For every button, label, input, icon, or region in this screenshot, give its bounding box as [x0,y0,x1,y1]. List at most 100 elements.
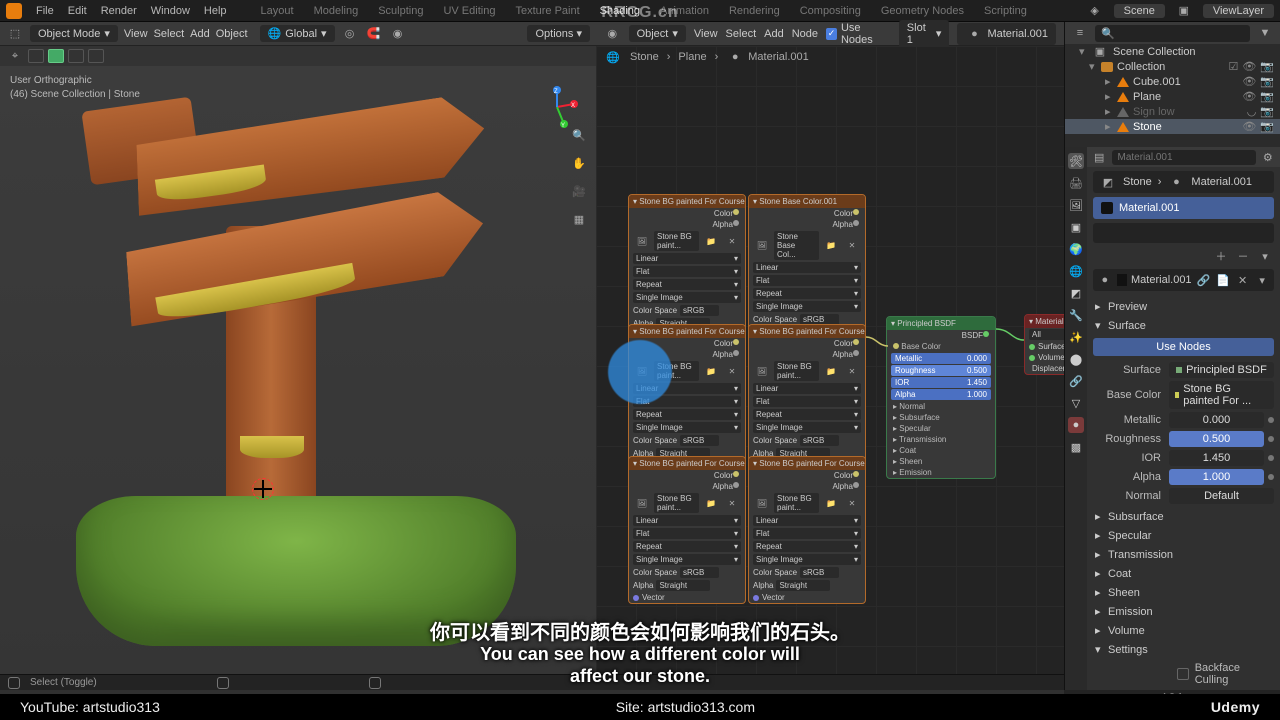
outliner-search[interactable]: 🔍 [1095,25,1250,42]
image-file[interactable]: Stone BG paint... [654,231,699,251]
close-icon[interactable]: ✕ [1235,271,1251,289]
node-menu-node[interactable]: Node [792,28,818,40]
orientation-dropdown[interactable]: 🌐 Global ▾ [260,25,335,42]
outliner[interactable]: ≡ 🔍 ▼ ▾ ▣ Scene Collection ▾ Collection … [1064,22,1280,147]
link-icon[interactable]: 🔗 [1196,271,1212,289]
tab-geonodes[interactable]: Geometry Nodes [881,5,964,17]
section-preview[interactable]: ▸Preview [1093,297,1274,316]
add-icon[interactable]: ＋ [1212,247,1230,265]
eye-icon[interactable]: ◡ [1247,105,1257,118]
render-icon[interactable]: 📷 [1260,90,1274,103]
disclosure-icon[interactable]: ▾ [1089,60,1097,73]
node-menu-select[interactable]: Select [726,28,757,40]
node-image-texture[interactable]: ▾ Stone BG painted For Course foto.jpg C… [628,194,746,342]
src-field[interactable]: Single Image▾ [633,292,741,303]
material-dropdown[interactable]: ● Material.001 [957,23,1056,45]
outliner-scene[interactable]: ▾ ▣ Scene Collection [1065,44,1280,59]
outliner-item[interactable]: ▸ Cube.001 👁📷 [1065,74,1280,89]
tab-modeling[interactable]: Modeling [314,5,359,17]
viewlayer-selector[interactable]: ViewLayer [1203,4,1274,18]
scene-selector[interactable]: Scene [1114,4,1165,18]
zoom-icon[interactable]: 🔍 [570,126,588,144]
node-material-output[interactable]: ▾ Material Output All Surface Volume Dis… [1024,314,1064,375]
render-icon[interactable]: 📷 [1260,120,1274,133]
outliner-item-active[interactable]: ▸ Stone 👁📷 [1065,119,1280,134]
3d-viewport[interactable]: User Orthographic (46) Scene Collection … [0,66,596,674]
open-icon[interactable]: 📁 [822,237,840,255]
checkbox-icon[interactable]: ☑ [1228,60,1238,73]
bc-plane[interactable]: Plane [678,51,706,63]
interp-field[interactable]: Linear▾ [633,253,741,264]
outliner-item[interactable]: ▸ Sign low ◡📷 [1065,104,1280,119]
menu-file[interactable]: File [36,5,54,17]
cursor-tool-icon[interactable]: ⌖ [6,47,24,65]
tab-data-icon[interactable]: ▽ [1068,395,1084,411]
tab-sculpting[interactable]: Sculpting [378,5,423,17]
dropdown-icon[interactable]: ▾ [1254,271,1270,289]
node-principled-bsdf[interactable]: ▾ Principled BSDF BSDF Base Color Metall… [886,316,996,479]
eye-icon[interactable]: 👁 [1242,75,1256,88]
shading-matprev[interactable] [68,49,84,63]
shader-type-dropdown[interactable]: Object ▾ [629,25,686,42]
close-icon[interactable]: ✕ [723,232,741,250]
node-image-texture[interactable]: ▾ Stone BG painted For Course foto 3.jpg… [628,324,746,472]
editor-type-icon[interactable]: ⬚ [6,25,24,43]
use-nodes-toggle[interactable]: ✓ Use Nodes [826,22,891,46]
shader-node-editor[interactable]: 🌐 Stone › Plane › ●Material.001 ▾ Stone … [596,46,1064,674]
outliner-item[interactable]: ▸ Plane 👁📷 [1065,89,1280,104]
shading-rendered[interactable] [88,49,104,63]
shader-editor-icon[interactable]: ◉ [604,25,621,43]
image-icon[interactable]: 🖼 [753,237,771,255]
metallic-slider[interactable]: Metallic0.000 [891,353,991,364]
group-emission[interactable]: ▸Emission [1093,602,1274,621]
tab-viewlayer-icon[interactable]: ▣ [1068,219,1084,235]
pan-icon[interactable]: ✋ [570,154,588,172]
tab-scene-icon[interactable]: 🌍 [1068,241,1084,257]
menu-window[interactable]: Window [151,5,190,17]
group-sheen[interactable]: ▸Sheen [1093,583,1274,602]
new-icon[interactable]: 📄 [1215,271,1231,289]
render-icon[interactable]: 📷 [1260,60,1274,73]
options-icon[interactable]: ⚙ [1262,148,1275,166]
remove-icon[interactable]: － [1234,247,1252,265]
open-icon[interactable]: 📁 [702,232,720,250]
tab-output-icon[interactable]: 🖼 [1068,197,1084,213]
proportional-icon[interactable]: ◉ [389,25,407,43]
tab-render-icon[interactable]: 🖨 [1068,175,1084,191]
node-header[interactable]: ▾ Stone BG painted For Course foto.jpg [629,195,745,208]
ext-field[interactable]: Repeat▾ [633,279,741,290]
tab-material-icon[interactable]: ● [1068,417,1084,433]
tab-uv[interactable]: UV Editing [443,5,495,17]
mode-dropdown[interactable]: Object Mode ▾ [30,25,118,42]
magnet-icon[interactable]: 🧲 [365,25,383,43]
slot-dropdown[interactable]: Slot 1 ▾ [899,20,950,48]
alpha-slider[interactable]: Alpha1.000 [891,389,991,400]
editor-type-icon[interactable]: ▤ [1093,148,1106,166]
backface-culling-toggle[interactable]: Backface Culling [1093,659,1274,689]
node-menu-view[interactable]: View [694,28,718,40]
props-breadcrumb[interactable]: ◩ Stone › ● Material.001 [1093,171,1274,193]
tab-scripting[interactable]: Scripting [984,5,1027,17]
tab-particle-icon[interactable]: ✨ [1068,329,1084,345]
bc-material[interactable]: ●Material.001 [726,48,809,66]
roughness-slider[interactable]: Roughness0.500 [891,365,991,376]
outliner-type-icon[interactable]: ≡ [1071,24,1089,42]
viewport-menu-select[interactable]: Select [154,28,185,40]
section-settings[interactable]: ▾Settings [1093,640,1274,659]
properties-search[interactable] [1112,150,1256,165]
use-nodes-button[interactable]: Use Nodes [1093,338,1274,356]
node-header[interactable]: ▾ Stone Base Color.001 [749,195,865,208]
group-specular[interactable]: ▸Specular [1093,526,1274,545]
viewport-options[interactable]: Options ▾ [527,25,590,42]
viewport-menu-object[interactable]: Object [216,28,248,40]
base-color-link[interactable]: Stone BG painted For ... [1169,381,1274,409]
surface-type-dropdown[interactable]: Principled BSDF [1169,362,1274,378]
proj-field[interactable]: Flat▾ [633,266,741,277]
roughness-value[interactable]: 0.500 [1169,431,1264,447]
shading-solid[interactable] [48,49,64,63]
snap-icon[interactable]: ◎ [341,25,359,43]
group-coat[interactable]: ▸Coat [1093,564,1274,583]
menu-edit[interactable]: Edit [68,5,87,17]
tab-object-icon[interactable]: ◩ [1068,285,1084,301]
tab-texpaint[interactable]: Texture Paint [515,5,579,17]
